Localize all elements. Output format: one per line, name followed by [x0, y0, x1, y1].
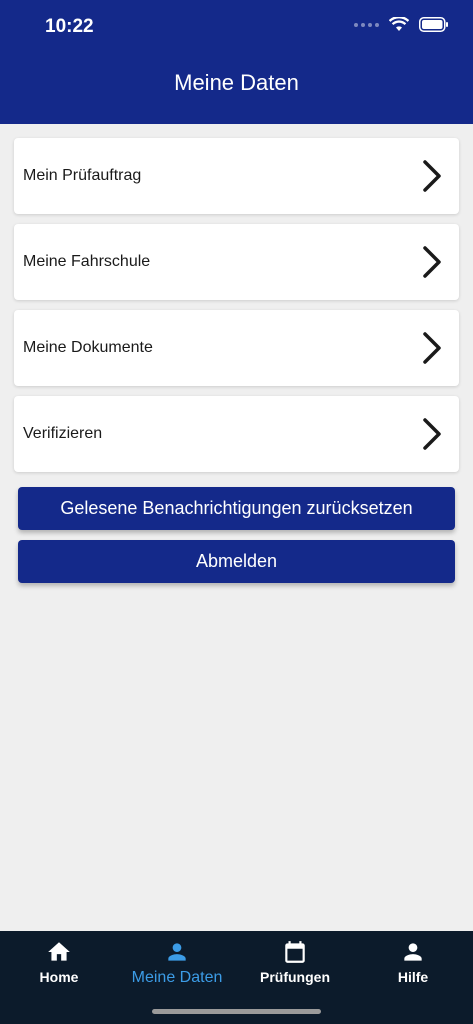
status-icons — [354, 17, 449, 32]
chevron-right-icon — [423, 332, 441, 364]
person-icon — [404, 943, 422, 961]
reset-notifications-button[interactable]: Gelesene Benachrichtigungen zurücksetzen — [18, 487, 455, 530]
tab-pruefungen[interactable]: Prüfungen — [236, 939, 354, 985]
page-title: Meine Daten — [174, 70, 299, 95]
tab-hilfe[interactable]: Hilfe — [354, 939, 472, 985]
battery-icon — [419, 17, 448, 32]
chevron-right-icon — [423, 160, 441, 192]
home-indicator[interactable] — [152, 1009, 321, 1014]
menu-list: Mein Prüfauftrag Meine Fahrschule Meine … — [14, 138, 459, 482]
tab-label: Meine Daten — [131, 969, 223, 986]
menu-item-verifizieren[interactable]: Verifizieren — [14, 396, 459, 472]
menu-item-label: Meine Fahrschule — [23, 253, 151, 270]
menu-item-pruefauftrag[interactable]: Mein Prüfauftrag — [14, 138, 459, 214]
tab-label: Hilfe — [397, 969, 429, 985]
tab-meine-daten[interactable]: Meine Daten — [118, 939, 236, 987]
person-icon — [168, 943, 186, 961]
chevron-right-icon — [423, 418, 441, 450]
chevron-right-icon — [423, 246, 441, 278]
wifi-icon — [389, 17, 409, 31]
tab-home[interactable]: Home — [0, 939, 118, 985]
logout-button[interactable]: Abmelden — [18, 540, 455, 583]
menu-item-label: Mein Prüfauftrag — [23, 167, 142, 184]
menu-item-label: Verifizieren — [23, 425, 103, 442]
menu-item-label: Meine Dokumente — [23, 339, 153, 356]
menu-item-dokumente[interactable]: Meine Dokumente — [14, 310, 459, 386]
menu-item-fahrschule[interactable]: Meine Fahrschule — [14, 224, 459, 300]
tab-label: Home — [39, 969, 79, 985]
app-header: 10:22 Meine Daten — [0, 0, 473, 124]
tab-label: Prüfungen — [260, 969, 330, 985]
calendar-icon — [285, 941, 305, 963]
home-icon — [48, 942, 70, 961]
status-time: 10:22 — [45, 16, 94, 37]
signal-icon — [354, 22, 379, 27]
